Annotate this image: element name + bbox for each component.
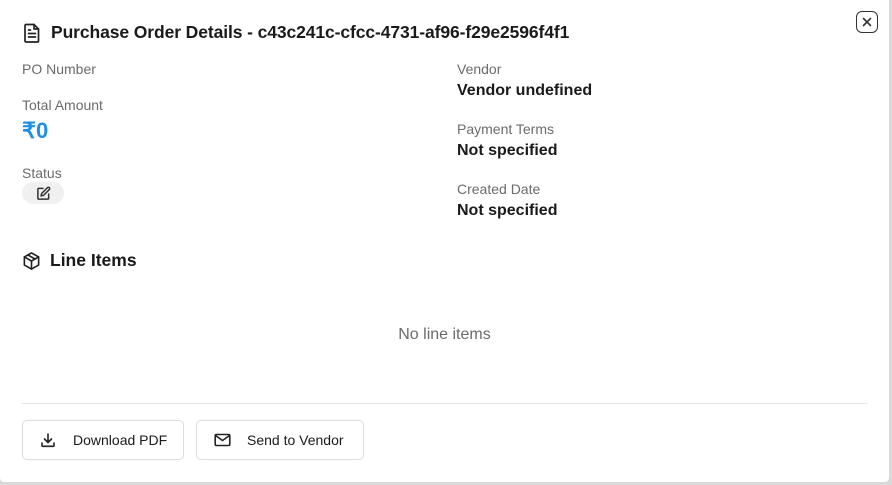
document-icon bbox=[22, 23, 42, 43]
empty-line-items-message: No line items bbox=[398, 326, 491, 343]
vendor-label: Vendor bbox=[457, 61, 502, 77]
dialog-header: Purchase Order Details - c43c241c-cfcc-4… bbox=[22, 22, 569, 43]
created-date-value: Not specified bbox=[457, 202, 558, 219]
dialog-title: Purchase Order Details - c43c241c-cfcc-4… bbox=[51, 22, 570, 42]
close-button[interactable] bbox=[856, 11, 878, 33]
download-pdf-button[interactable]: Download PDF bbox=[22, 420, 184, 460]
po-number-label: PO Number bbox=[22, 61, 96, 77]
total-amount-value: ₹0 bbox=[22, 118, 49, 143]
send-to-vendor-button[interactable]: Send to Vendor bbox=[196, 420, 364, 460]
status-label: Status bbox=[22, 165, 62, 181]
line-items-header: Line Items bbox=[22, 250, 137, 271]
created-date-label: Created Date bbox=[457, 181, 541, 197]
footer-divider bbox=[22, 403, 868, 404]
edit-icon bbox=[36, 186, 50, 200]
line-items-title: Line Items bbox=[50, 250, 137, 270]
purchase-order-dialog: Purchase Order Details - c43c241c-cfcc-4… bbox=[0, 0, 889, 482]
mail-icon bbox=[213, 431, 231, 449]
payment-terms-value: Not specified bbox=[457, 142, 558, 159]
total-amount-label: Total Amount bbox=[22, 97, 103, 113]
status-edit-button[interactable] bbox=[22, 182, 64, 204]
package-icon bbox=[23, 251, 40, 270]
send-to-vendor-label: Send to Vendor bbox=[247, 432, 344, 448]
payment-terms-label: Payment Terms bbox=[457, 121, 554, 137]
download-pdf-label: Download PDF bbox=[73, 432, 168, 448]
close-icon bbox=[862, 17, 872, 27]
download-icon bbox=[39, 431, 57, 449]
vendor-value: Vendor undefined bbox=[457, 82, 593, 99]
